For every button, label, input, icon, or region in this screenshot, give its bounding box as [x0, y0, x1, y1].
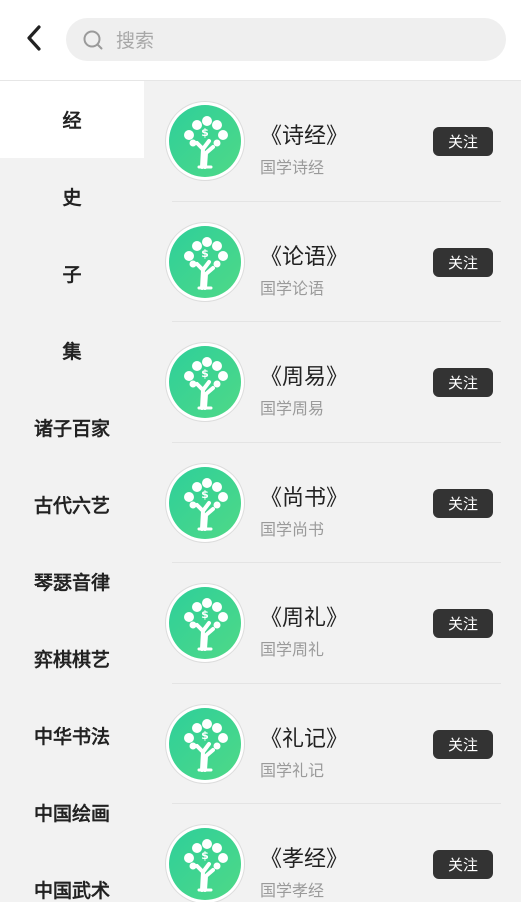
book-title: 《尚书》 — [260, 485, 349, 511]
book-subtitle: 国学周易 — [260, 399, 325, 418]
follow-button[interactable]: 关注 — [433, 368, 493, 397]
svg-text:$: $ — [201, 126, 209, 139]
list-item[interactable]: $ 《诗经》国学诗经 关注 — [144, 81, 521, 202]
book-title: 《孝经》 — [260, 847, 349, 872]
list-item[interactable]: $ 《周礼》国学周礼 关注 — [144, 563, 521, 684]
book-title: 《诗经》 — [260, 124, 349, 149]
book-title: 《周易》 — [260, 365, 349, 390]
svg-text:$: $ — [201, 608, 209, 621]
book-subtitle: 国学孝经 — [260, 881, 325, 900]
follow-button[interactable]: 关注 — [433, 247, 493, 277]
category-sidebar: 经史子集诸子百家 古代六艺 琴瑟音律 弈棋棋艺 中华书法 中国绘画 中国武术 — [0, 81, 144, 902]
tree-logo-icon: $ — [166, 704, 244, 783]
sidebar-item[interactable]: 集 — [0, 312, 144, 389]
svg-text:$: $ — [201, 488, 209, 501]
svg-text:$: $ — [201, 367, 209, 380]
follow-button[interactable]: 关注 — [433, 850, 493, 879]
follow-button[interactable]: 关注 — [433, 609, 493, 638]
tree-logo-icon: $ — [166, 825, 244, 902]
book-title: 《周礼》 — [260, 606, 349, 631]
sidebar-item[interactable]: 中国绘画 — [0, 774, 144, 851]
svg-text:$: $ — [201, 729, 209, 742]
sidebar-item[interactable]: 中国武术 — [0, 851, 144, 902]
sidebar-item[interactable]: 中华书法 — [0, 697, 144, 774]
book-subtitle: 国学诗经 — [260, 158, 325, 177]
sidebar-item[interactable]: 弈棋棋艺 — [0, 620, 144, 697]
tree-logo-icon: $ — [166, 102, 244, 180]
sidebar-item[interactable]: 诸子百家 — [0, 389, 144, 466]
tree-logo-icon: $ — [166, 584, 244, 662]
list-item[interactable]: $ 《周易》国学周易 关注 — [144, 322, 521, 443]
svg-text:$: $ — [201, 849, 209, 862]
follow-button[interactable]: 关注 — [433, 488, 493, 518]
tree-logo-icon: $ — [166, 343, 244, 421]
list-item[interactable]: $ 《尚书》国学尚书 关注 — [144, 443, 521, 563]
book-subtitle: 国学周礼 — [260, 640, 325, 659]
book-subtitle: 国学尚书 — [260, 519, 325, 539]
sidebar-item[interactable]: 子 — [0, 235, 144, 312]
sidebar-item[interactable]: 史 — [0, 158, 144, 235]
follow-button[interactable]: 关注 — [433, 127, 493, 156]
sidebar-item[interactable]: 琴瑟音律 — [0, 543, 144, 620]
chevron-left-icon — [27, 25, 41, 51]
search-icon — [83, 30, 103, 50]
tree-logo-icon: $ — [166, 463, 244, 542]
follow-button[interactable]: 关注 — [433, 729, 493, 759]
list-item[interactable]: $ 《孝经》国学孝经 关注 — [144, 804, 521, 902]
list-item[interactable]: $ 《礼记》国学礼记 关注 — [144, 684, 521, 804]
book-title: 《论语》 — [260, 244, 349, 270]
book-title: 《礼记》 — [260, 726, 349, 752]
tree-logo-icon: $ — [166, 222, 244, 301]
book-list: $ 《诗经》 国学诗经 关注 $ 《论语》 国学论语 关注 $ 《周易》 国学周易 关注 $ 《尚书》 国学… — [144, 81, 521, 902]
sidebar-item[interactable]: 经 — [0, 81, 144, 158]
book-subtitle: 国学论语 — [260, 278, 325, 298]
book-subtitle: 国学礼记 — [260, 760, 325, 780]
list-item[interactable]: $ 《论语》国学论语 关注 — [144, 202, 521, 322]
back-button[interactable] — [20, 22, 48, 54]
search-bar[interactable] — [66, 18, 506, 63]
top-bar — [0, 0, 521, 81]
search-input[interactable] — [114, 18, 488, 63]
sidebar-item[interactable]: 古代六艺 — [0, 466, 144, 543]
svg-text:$: $ — [201, 247, 209, 260]
